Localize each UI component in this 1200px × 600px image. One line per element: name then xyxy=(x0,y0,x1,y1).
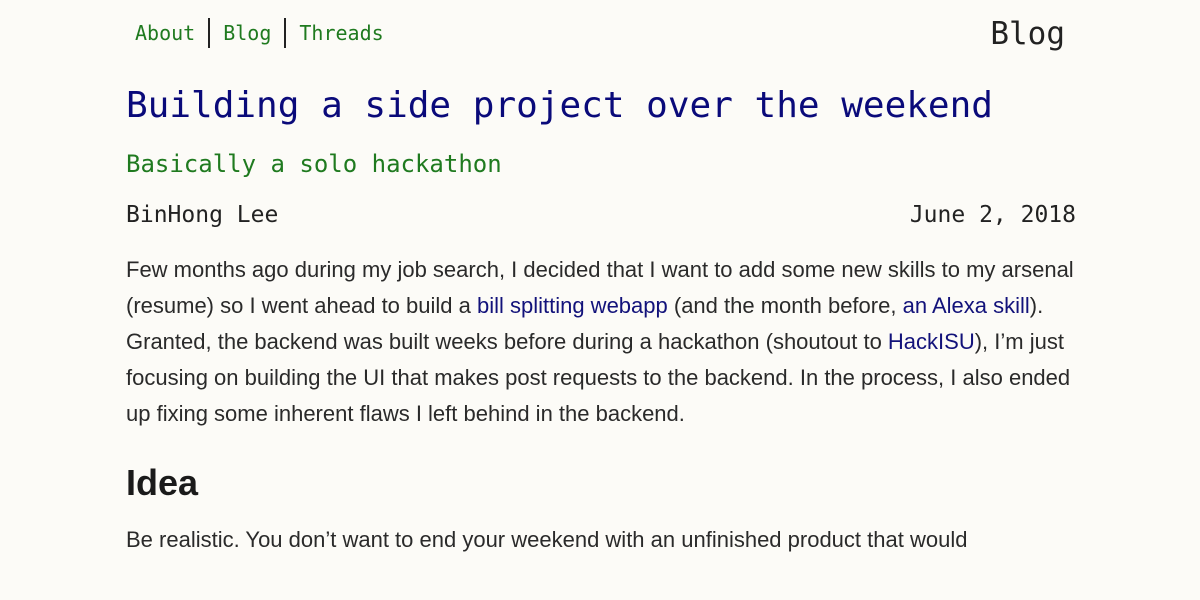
post-byline: BinHong Lee June 2, 2018 xyxy=(126,200,1076,230)
top-nav: About Blog Threads xyxy=(126,18,393,48)
post-body: Few months ago during my job search, I d… xyxy=(126,252,1076,558)
blog-post-page: About Blog Threads Blog Building a side … xyxy=(0,0,1200,600)
post-author: BinHong Lee xyxy=(126,202,279,228)
section-label: Blog xyxy=(990,16,1065,52)
idea-paragraph: Be realistic. You don’t want to end your… xyxy=(126,527,968,552)
post-subtitle: Basically a solo hackathon xyxy=(126,150,502,178)
nav-separator xyxy=(284,18,287,48)
nav-separator xyxy=(208,18,211,48)
link-hackisu[interactable]: HackISU xyxy=(888,329,975,354)
nav-link-blog[interactable]: Blog xyxy=(214,18,280,48)
nav-link-about[interactable]: About xyxy=(126,18,204,48)
intro-paragraph: Few months ago during my job search, I d… xyxy=(126,252,1076,432)
post-date: June 2, 2018 xyxy=(909,202,1076,228)
intro-text: (and the month before, xyxy=(667,293,903,318)
link-bill-splitting-webapp[interactable]: bill splitting webapp xyxy=(477,293,668,318)
nav-link-threads[interactable]: Threads xyxy=(290,18,392,48)
idea-heading: Idea xyxy=(126,462,199,503)
link-alexa-skill[interactable]: an Alexa skill xyxy=(903,293,1030,318)
post-title: Building a side project over the weekend xyxy=(126,85,993,126)
